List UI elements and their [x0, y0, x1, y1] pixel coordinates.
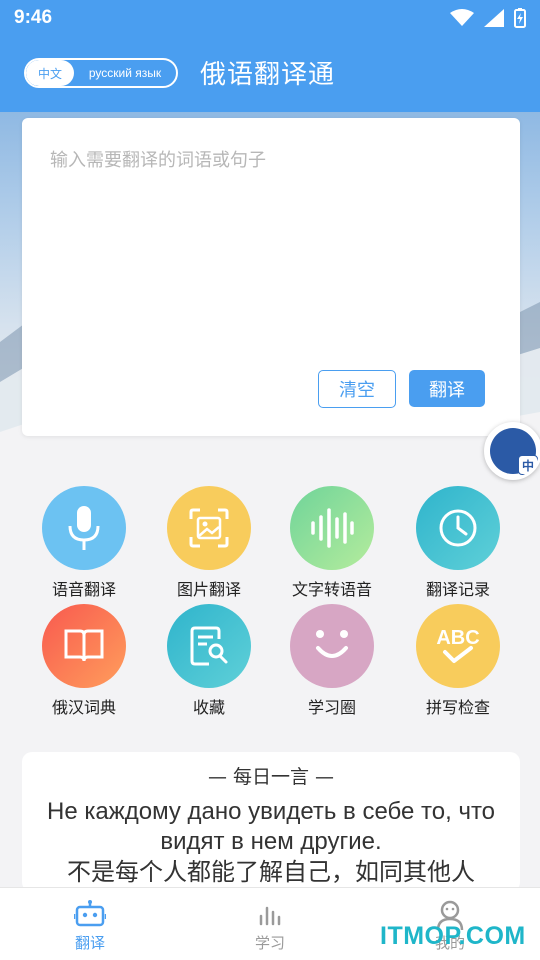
feature-voice-translation[interactable]: 语音翻译 [29, 486, 139, 600]
sound-wave-icon [290, 486, 374, 570]
nav-label: 翻译 [74, 934, 105, 952]
translate-button[interactable]: 翻译 [409, 370, 485, 407]
feature-label: 收藏 [192, 698, 225, 717]
translation-input[interactable] [50, 146, 490, 346]
document-search-icon [167, 604, 251, 688]
wifi-icon [450, 9, 474, 26]
daily-quote-chinese: 不是每个人都能了解自己，如同其他人 [67, 858, 475, 886]
floating-translate-badge[interactable]: 中 [484, 422, 540, 480]
feature-history[interactable]: 翻译记录 [403, 486, 513, 600]
book-icon [42, 604, 126, 688]
nav-tab-translate[interactable]: 翻译 [0, 888, 180, 960]
lang-option-chinese[interactable]: 中文 [26, 60, 74, 86]
abc-check-icon: ABC [416, 604, 500, 688]
daily-quote-title: — 每日一言 — [207, 766, 335, 788]
feature-text-to-speech[interactable]: 文字转语音 [277, 486, 387, 600]
status-icons [450, 8, 526, 28]
clock-icon [416, 486, 500, 570]
app-title: 俄语翻译通 [200, 60, 336, 90]
language-toggle[interactable]: 中文 русский язык [24, 58, 178, 88]
feature-study-circle[interactable]: 学习圈 [277, 604, 387, 718]
feature-spell-check[interactable]: ABC 拼写检查 [403, 604, 513, 718]
feature-label: 文字转语音 [291, 580, 372, 599]
microphone-icon [42, 486, 126, 570]
watermark-logo: ITMOP.COM [380, 922, 526, 950]
badge-chinese-label: 中 [518, 455, 538, 475]
translation-input-card: 清空 翻译 [22, 118, 520, 436]
signal-icon [484, 9, 504, 27]
lang-option-russian[interactable]: русский язык [74, 60, 176, 86]
app-header: 中文 русский язык 俄语翻译通 [0, 36, 540, 112]
bar-chart-icon [259, 906, 281, 926]
feature-label: 图片翻译 [176, 580, 241, 599]
feature-label: 学习圈 [307, 698, 356, 717]
feature-label: 拼写检查 [425, 698, 490, 717]
status-bar: 9:46 [0, 0, 540, 36]
feature-label: 语音翻译 [51, 580, 116, 599]
nav-label: 学习 [254, 934, 285, 952]
abc-glyph: ABC [436, 627, 479, 649]
feature-favorites[interactable]: 收藏 [154, 604, 264, 718]
robot-icon [74, 900, 106, 927]
feature-image-translation[interactable]: 图片翻译 [154, 486, 264, 600]
clear-button[interactable]: 清空 [318, 370, 396, 408]
status-time: 9:46 [14, 7, 53, 28]
feature-dictionary[interactable]: 俄汉词典 [29, 604, 139, 718]
feature-label: 翻译记录 [425, 580, 490, 599]
feature-label: 俄汉词典 [51, 698, 116, 717]
smile-icon [290, 604, 374, 688]
daily-quote-card: — 每日一言 — Не каждому дано увидеть в себе … [22, 752, 520, 892]
battery-charging-icon [514, 8, 526, 28]
image-scan-icon [167, 486, 251, 570]
daily-quote-russian: Не каждому дано увидеть в себе то, что в… [46, 798, 496, 855]
nav-tab-study[interactable]: 学习 [180, 888, 360, 960]
